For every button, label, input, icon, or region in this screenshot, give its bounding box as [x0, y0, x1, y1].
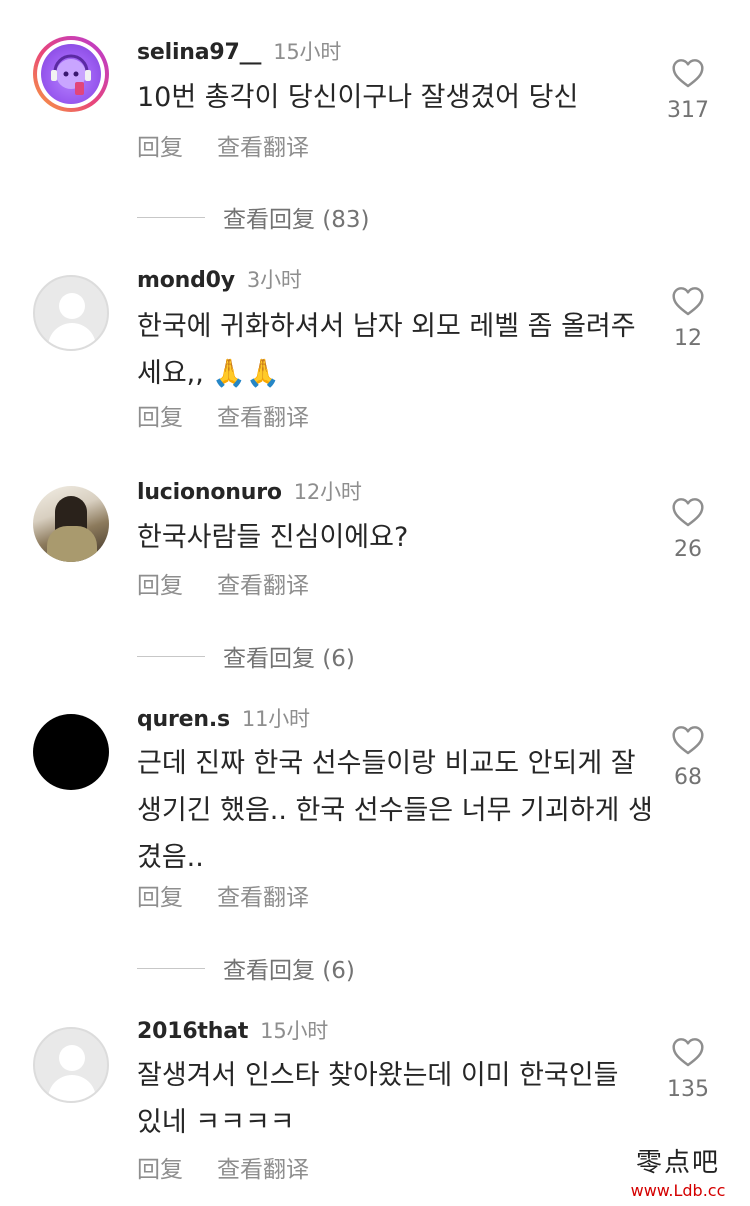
like-button[interactable]: 135 [664, 1037, 712, 1102]
like-count: 12 [674, 326, 702, 351]
watermark: 零点吧 www.Ldb.cc [618, 1142, 738, 1200]
divider-line [137, 967, 205, 969]
reply-button[interactable]: 回复 [137, 878, 183, 912]
username[interactable]: mond0y 3小时 [137, 264, 302, 294]
see-translation-button[interactable]: 查看翻译 [217, 1150, 309, 1184]
comment-text: 잘생겨서 인스타 찾아왔는데 이미 한국인들 있네 ㅋㅋㅋㅋ [137, 1060, 619, 1138]
comment-actions: 回复 查看翻译 [137, 878, 309, 912]
heart-outline-icon[interactable] [671, 497, 705, 527]
comment-actions: 回复 查看翻译 [137, 566, 309, 600]
like-count: 68 [674, 765, 702, 790]
comment-actions: 回复 查看翻译 [137, 128, 309, 162]
like-button[interactable]: 12 [664, 286, 712, 351]
character-icon [51, 54, 91, 95]
username[interactable]: quren.s 11小时 [137, 703, 310, 733]
heart-outline-icon[interactable] [671, 58, 705, 88]
reply-button[interactable]: 回复 [137, 398, 183, 432]
see-translation-button[interactable]: 查看翻译 [217, 398, 309, 432]
comment-text: 근데 진짜 한국 선수들이랑 비교도 안되게 잘생기긴 했음.. 한국 선수들은… [137, 748, 653, 873]
view-replies-button[interactable]: 查看回复 (6) [137, 951, 355, 985]
avatar[interactable] [33, 714, 109, 790]
heart-outline-icon[interactable] [671, 725, 705, 755]
heart-outline-icon[interactable] [671, 286, 705, 316]
username[interactable]: luciononuro 12小时 [137, 476, 362, 506]
like-button[interactable]: 317 [664, 58, 712, 123]
heart-outline-icon[interactable] [671, 1037, 705, 1067]
view-replies-button[interactable]: 查看回复 (6) [137, 639, 355, 673]
avatar[interactable] [33, 36, 109, 112]
watermark-url: www.Ldb.cc [630, 1181, 726, 1200]
like-count: 317 [667, 98, 709, 123]
reply-button[interactable]: 回复 [137, 128, 183, 162]
comment-actions: 回复 查看翻译 [137, 1150, 309, 1184]
username[interactable]: selina97__ 15小时 [137, 36, 341, 66]
comment-text: 10번 총각이 당신이구나 잘생겼어 당신 [137, 82, 579, 113]
comment-text: 한국사람들 진심이에요? [137, 522, 409, 553]
view-replies-button[interactable]: 查看回复 (83) [137, 200, 370, 234]
watermark-name: 零点吧 [635, 1148, 720, 1178]
like-button[interactable]: 68 [664, 725, 712, 790]
timestamp: 15小时 [273, 40, 342, 64]
comment-text: 한국에 귀화하셔서 남자 외모 레벨 좀 올려주세요,, 🙏🙏 [137, 311, 636, 389]
like-count: 135 [667, 1077, 709, 1102]
divider-line [137, 216, 205, 218]
avatar[interactable] [33, 275, 109, 351]
like-count: 26 [674, 537, 702, 562]
divider-line [137, 655, 205, 657]
see-translation-button[interactable]: 查看翻译 [217, 128, 309, 162]
avatar[interactable] [33, 486, 109, 562]
timestamp: 3小时 [246, 268, 302, 292]
comment-actions: 回复 查看翻译 [137, 398, 309, 432]
timestamp: 12小时 [293, 480, 362, 504]
see-translation-button[interactable]: 查看翻译 [217, 878, 309, 912]
reply-button[interactable]: 回复 [137, 566, 183, 600]
reply-button[interactable]: 回复 [137, 1150, 183, 1184]
avatar[interactable] [33, 1027, 109, 1103]
timestamp: 15小时 [260, 1019, 329, 1043]
like-button[interactable]: 26 [664, 497, 712, 562]
username[interactable]: 2016that 15小时 [137, 1015, 328, 1045]
timestamp: 11小时 [241, 707, 310, 731]
see-translation-button[interactable]: 查看翻译 [217, 566, 309, 600]
